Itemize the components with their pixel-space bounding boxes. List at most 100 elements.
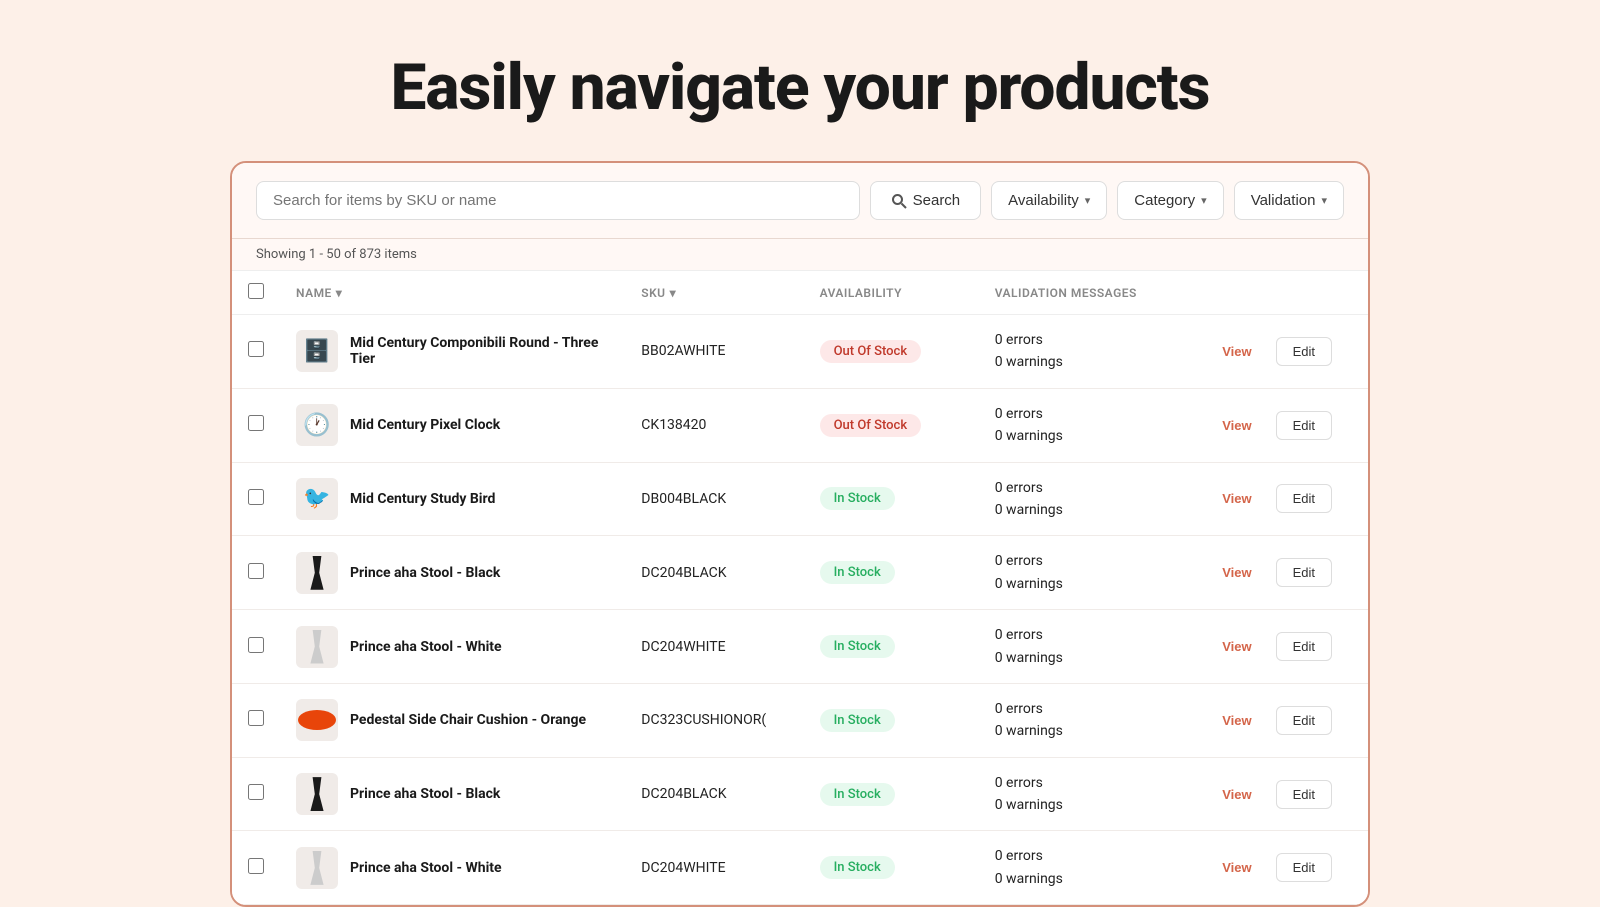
availability-badge: In Stock (820, 561, 895, 584)
view-button[interactable]: View (1206, 780, 1267, 809)
product-validation: 0 errors0 warnings (979, 683, 1190, 757)
availability-badge: In Stock (820, 709, 895, 732)
header-checkbox-cell (232, 271, 280, 315)
availability-badge: Out Of Stock (820, 414, 922, 437)
edit-button[interactable]: Edit (1276, 780, 1332, 809)
product-validation: 0 errors0 warnings (979, 831, 1190, 905)
edit-button[interactable]: Edit (1276, 853, 1332, 882)
search-button[interactable]: Search (870, 181, 982, 220)
product-name-cell: 🗄️ Mid Century Componibili Round - Three… (280, 315, 625, 389)
category-filter[interactable]: Category ▾ (1117, 181, 1223, 220)
sku-sort-button[interactable]: SKU ▾ (641, 286, 676, 300)
chevron-down-icon: ▾ (1321, 194, 1327, 207)
edit-button[interactable]: Edit (1276, 706, 1332, 735)
row-checkbox[interactable] (248, 415, 264, 431)
header-actions (1190, 271, 1368, 315)
product-validation: 0 errors0 warnings (979, 462, 1190, 536)
product-validation: 0 errors0 warnings (979, 610, 1190, 684)
table-row: 🕐 Mid Century Pixel Clock CK138420 Out O… (232, 388, 1368, 462)
product-validation: 0 errors0 warnings (979, 388, 1190, 462)
header-name: NAME ▾ (280, 271, 625, 315)
product-thumbnail: 🗄️ (296, 330, 338, 372)
product-actions: View Edit (1190, 683, 1368, 757)
row-checkbox[interactable] (248, 710, 264, 726)
row-checkbox[interactable] (248, 637, 264, 653)
search-input[interactable] (256, 181, 860, 220)
row-checkbox[interactable] (248, 341, 264, 357)
view-button[interactable]: View (1206, 558, 1267, 587)
availability-badge: In Stock (820, 783, 895, 806)
edit-button[interactable]: Edit (1276, 411, 1332, 440)
product-name-cell: Prince aha Stool - White (280, 831, 625, 905)
row-checkbox-cell (232, 831, 280, 905)
product-actions: View Edit (1190, 831, 1368, 905)
product-availability: In Stock (804, 462, 979, 536)
table-row: Prince aha Stool - Black DC204BLACK In S… (232, 757, 1368, 831)
availability-badge: In Stock (820, 856, 895, 879)
product-name: Prince aha Stool - Black (350, 565, 500, 581)
view-button[interactable]: View (1206, 337, 1267, 366)
header-validation: VALIDATION MESSAGES (979, 271, 1190, 315)
availability-badge: Out Of Stock (820, 340, 922, 363)
product-validation: 0 errors0 warnings (979, 315, 1190, 389)
header-availability: AVAILABILITY (804, 271, 979, 315)
row-checkbox-cell (232, 536, 280, 610)
product-name: Prince aha Stool - White (350, 639, 502, 655)
sort-icon: ▾ (336, 286, 343, 300)
row-checkbox-cell (232, 683, 280, 757)
toolbar: Search Availability ▾ Category ▾ Validat… (232, 163, 1368, 239)
product-sku: CK138420 (625, 388, 803, 462)
chevron-down-icon: ▾ (1201, 194, 1207, 207)
product-thumbnail: 🐦 (296, 478, 338, 520)
row-checkbox[interactable] (248, 784, 264, 800)
view-button[interactable]: View (1206, 411, 1267, 440)
view-button[interactable]: View (1206, 706, 1267, 735)
product-sku: DC323CUSHIONOR( (625, 683, 803, 757)
chevron-down-icon: ▾ (1085, 194, 1091, 207)
products-table: NAME ▾ SKU ▾ AVAILABILITY VALIDATION MES… (232, 270, 1368, 905)
row-checkbox[interactable] (248, 563, 264, 579)
edit-button[interactable]: Edit (1276, 337, 1332, 366)
product-name-cell: Prince aha Stool - Black (280, 757, 625, 831)
product-thumbnail (296, 773, 338, 815)
edit-button[interactable]: Edit (1276, 484, 1332, 513)
view-button[interactable]: View (1206, 484, 1267, 513)
header-sku: SKU ▾ (625, 271, 803, 315)
search-input-wrapper (256, 181, 860, 220)
product-actions: View Edit (1190, 315, 1368, 389)
product-name: Pedestal Side Chair Cushion - Orange (350, 712, 586, 728)
product-actions: View Edit (1190, 462, 1368, 536)
table-row: 🗄️ Mid Century Componibili Round - Three… (232, 315, 1368, 389)
availability-badge: In Stock (820, 635, 895, 658)
product-name: Prince aha Stool - White (350, 860, 502, 876)
product-actions: View Edit (1190, 536, 1368, 610)
row-checkbox[interactable] (248, 489, 264, 505)
select-all-checkbox[interactable] (248, 283, 264, 299)
row-checkbox-cell (232, 315, 280, 389)
availability-filter[interactable]: Availability ▾ (991, 181, 1107, 220)
product-availability: Out Of Stock (804, 315, 979, 389)
edit-button[interactable]: Edit (1276, 632, 1332, 661)
showing-count: Showing 1 - 50 of 873 items (232, 239, 1368, 270)
view-button[interactable]: View (1206, 632, 1267, 661)
product-availability: In Stock (804, 831, 979, 905)
view-button[interactable]: View (1206, 853, 1267, 882)
name-sort-button[interactable]: NAME ▾ (296, 286, 342, 300)
product-actions: View Edit (1190, 388, 1368, 462)
row-checkbox[interactable] (248, 858, 264, 874)
product-availability: Out Of Stock (804, 388, 979, 462)
table-row: Pedestal Side Chair Cushion - Orange DC3… (232, 683, 1368, 757)
product-thumbnail (296, 552, 338, 594)
product-validation: 0 errors0 warnings (979, 536, 1190, 610)
product-sku: DC204WHITE (625, 831, 803, 905)
edit-button[interactable]: Edit (1276, 558, 1332, 587)
product-thumbnail: 🕐 (296, 404, 338, 446)
product-sku: DB004BLACK (625, 462, 803, 536)
app-container: Search Availability ▾ Category ▾ Validat… (230, 161, 1370, 907)
product-sku: DC204WHITE (625, 610, 803, 684)
search-icon (891, 193, 907, 209)
product-validation: 0 errors0 warnings (979, 757, 1190, 831)
validation-filter[interactable]: Validation ▾ (1234, 181, 1344, 220)
row-checkbox-cell (232, 388, 280, 462)
product-sku: DC204BLACK (625, 536, 803, 610)
